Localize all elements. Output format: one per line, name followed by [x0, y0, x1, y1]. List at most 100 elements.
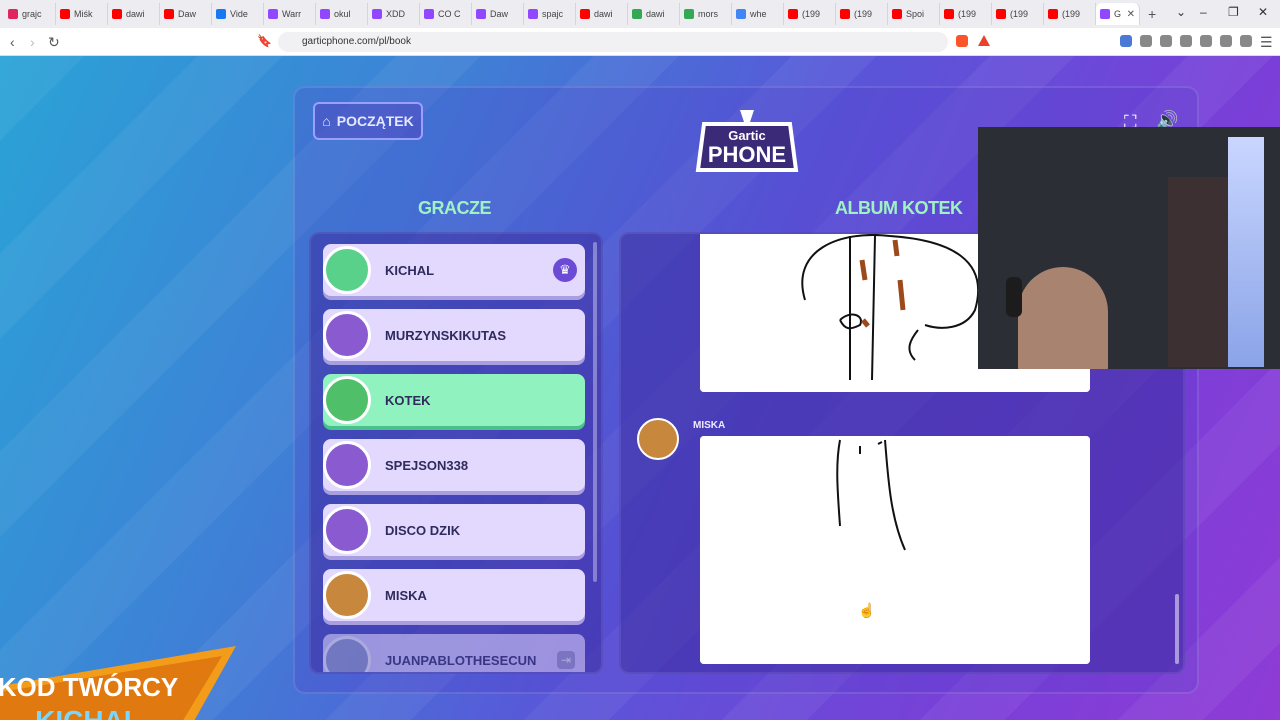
media-icon[interactable]	[1160, 35, 1172, 47]
gartic-phone-logo: Gartic PHONE	[695, 110, 799, 172]
player-row[interactable]: DISCO DZIK	[323, 504, 585, 556]
browser-tab[interactable]: dawi	[576, 3, 628, 25]
browser-tab[interactable]: Spoi	[888, 3, 940, 25]
tab-favicon-icon	[320, 9, 330, 19]
browser-tab[interactable]: Vide	[212, 3, 264, 25]
browser-tab[interactable]: (199	[836, 3, 888, 25]
players-scrollbar[interactable]	[593, 242, 597, 582]
browser-tab[interactable]: okul	[316, 3, 368, 25]
browser-tab[interactable]: mors	[680, 3, 732, 25]
browser-tab[interactable]: Daw	[160, 3, 212, 25]
tab-favicon-icon	[580, 9, 590, 19]
bookmark-icon[interactable]: 🔖	[257, 34, 272, 48]
tab-label: whe	[750, 9, 767, 19]
home-icon: ⌂	[322, 113, 331, 129]
browser-tab[interactable]: Miśk	[56, 3, 108, 25]
player-avatar	[323, 506, 371, 554]
menu-icon[interactable]: ☰	[1260, 34, 1273, 51]
browser-tab[interactable]: whe	[732, 3, 784, 25]
new-tab-button[interactable]: +	[1140, 6, 1164, 22]
tab-favicon-icon	[8, 9, 18, 19]
tab-label: dawi	[126, 9, 145, 19]
home-button-label: POCZĄTEK	[336, 113, 414, 129]
close-window-button[interactable]: ✕	[1258, 5, 1268, 19]
tab-favicon-icon	[424, 9, 434, 19]
tab-favicon-icon	[112, 9, 122, 19]
browser-tab[interactable]: spajc	[524, 3, 576, 25]
player-row[interactable]: JUANPABLOTHESECUN ⇥	[323, 634, 585, 672]
brave-rewards-icon[interactable]	[978, 35, 990, 46]
tab-list-chevron-icon[interactable]: ⌄	[1176, 5, 1186, 19]
brave-shield-icon[interactable]	[956, 35, 968, 47]
browser-tab[interactable]: (199	[992, 3, 1044, 25]
browser-tab[interactable]: CO C	[420, 3, 472, 25]
player-row[interactable]: KOTEK	[323, 374, 585, 426]
browser-tab[interactable]: XDD	[368, 3, 420, 25]
tab-label: Daw	[178, 9, 197, 19]
vpn-icon[interactable]	[1240, 35, 1252, 47]
tab-favicon-icon	[476, 9, 486, 19]
player-row[interactable]: MISKA	[323, 569, 585, 621]
album-title: ALBUM KOTEK	[835, 198, 963, 218]
browser-tab[interactable]: (199	[1044, 3, 1096, 25]
close-tab-icon[interactable]: ✕	[1127, 9, 1135, 20]
browser-tab[interactable]: grajc	[4, 3, 56, 25]
player-name: DISCO DZIK	[385, 522, 461, 538]
webcam-overlay	[978, 127, 1280, 369]
player-avatar	[323, 571, 371, 619]
tab-label: dawi	[594, 9, 613, 19]
maximize-button[interactable]: ❐	[1228, 5, 1239, 19]
tab-label: Warr	[282, 9, 302, 19]
tab-favicon-icon	[164, 9, 174, 19]
tab-label: (199	[1062, 9, 1081, 19]
author-avatar	[637, 418, 679, 460]
tab-favicon-icon	[996, 9, 1006, 19]
extensions-icon[interactable]	[1140, 35, 1152, 47]
album-scrollbar[interactable]	[1175, 594, 1179, 664]
player-name: JUANPABLOTHESECUN	[385, 652, 537, 668]
reload-icon[interactable]: ↻	[48, 34, 60, 51]
tab-favicon-icon	[632, 9, 642, 19]
address-bar: ‹ › ↻ 🔖 garticphone.com/pl/book ☰	[0, 28, 1280, 56]
browser-tab[interactable]: G ✕	[1096, 3, 1140, 25]
translate-extension-icon[interactable]	[1120, 35, 1132, 47]
sidebar-icon[interactable]	[1180, 35, 1192, 47]
browser-tab[interactable]: dawi	[108, 3, 160, 25]
tab-favicon-icon	[840, 9, 850, 19]
player-avatar	[323, 311, 371, 359]
minimize-button[interactable]: –	[1200, 5, 1207, 19]
url-field[interactable]: garticphone.com/pl/book	[278, 32, 948, 52]
tab-favicon-icon	[1048, 9, 1058, 19]
browser-tab[interactable]: (199	[784, 3, 836, 25]
forward-icon[interactable]: ›	[30, 34, 35, 50]
host-crown-icon: ♛	[553, 258, 577, 282]
tab-label: G	[1114, 9, 1122, 19]
tab-favicon-icon	[60, 9, 70, 19]
browser-tab[interactable]: Warr	[264, 3, 316, 25]
player-name: MURZYNSKIKUTAS	[385, 327, 507, 343]
wallet-icon[interactable]	[1200, 35, 1212, 47]
tab-label: grajc	[22, 9, 42, 19]
browser-tab[interactable]: dawi	[628, 3, 680, 25]
tab-label: Vide	[230, 9, 248, 19]
tab-favicon-icon	[684, 9, 694, 19]
tab-label: Spoi	[906, 9, 925, 19]
logo-gartic-text: Gartic	[728, 128, 766, 143]
tab-label: (199	[854, 9, 873, 19]
leo-ai-icon[interactable]	[1220, 35, 1232, 47]
players-title: GRACZE	[418, 198, 492, 218]
player-row[interactable]: MURZYNSKIKUTAS	[323, 309, 585, 361]
player-row[interactable]: KICHAL ♛	[323, 244, 585, 296]
home-button[interactable]: ⌂ POCZĄTEK	[313, 102, 423, 140]
player-avatar	[323, 376, 371, 424]
tab-label: Miśk	[74, 9, 93, 19]
tab-favicon-icon	[216, 9, 226, 19]
browser-tab[interactable]: (199	[940, 3, 992, 25]
player-row[interactable]: SPEJSON338	[323, 439, 585, 491]
browser-tab[interactable]: Daw	[472, 3, 524, 25]
promo-line-1: KOD TWÓRCY	[0, 672, 178, 702]
back-icon[interactable]: ‹	[10, 34, 15, 50]
tab-label: (199	[958, 9, 977, 19]
players-list: KICHAL ♛ MURZYNSKIKUTAS KOTEK SPEJSON338 DISC…	[309, 232, 603, 674]
tab-strip: grajc Miśk dawi Daw Vide Warr okul XDD CO C Daw sp…	[4, 3, 1140, 25]
